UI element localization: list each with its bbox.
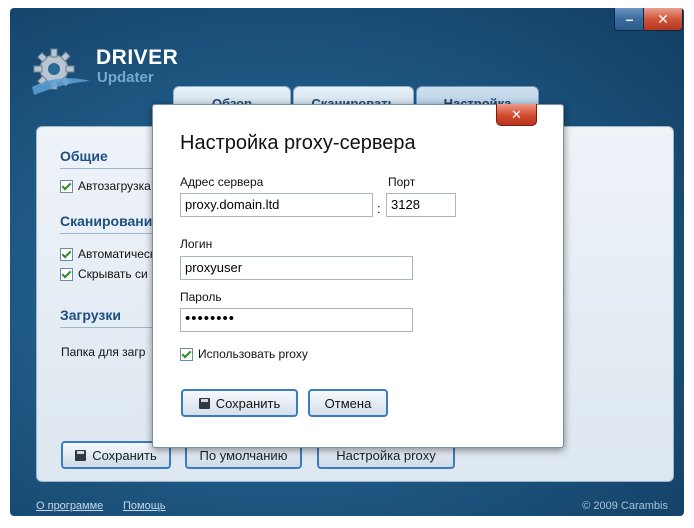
- download-folder-label: Папка для загр: [61, 345, 146, 359]
- proxy-dialog: ✕ Настройка proxy-сервера Адрес сервера …: [152, 104, 564, 448]
- login-label: Логин: [180, 237, 213, 251]
- close-icon: ✕: [657, 10, 669, 27]
- section-downloads-title: Загрузки: [60, 307, 121, 323]
- password-input[interactable]: ••••••••: [180, 308, 413, 332]
- port-input[interactable]: 3128: [386, 193, 456, 217]
- diskette-icon: [198, 397, 210, 409]
- check-icon: [60, 179, 73, 193]
- server-input[interactable]: proxy.domain.ltd: [180, 193, 373, 217]
- diskette-icon: [75, 449, 87, 461]
- close-icon: ✕: [511, 106, 522, 122]
- gear-logo-icon: [32, 48, 90, 95]
- brand-subtitle: Updater: [97, 69, 154, 86]
- auto-scan-label: Автоматически: [78, 247, 162, 261]
- brand-title: DRIVER: [96, 46, 179, 69]
- check-icon: [60, 247, 73, 261]
- check-icon: [180, 347, 193, 361]
- autoload-label: Автозагрузка: [78, 179, 151, 193]
- section-general-title: Общие: [60, 148, 108, 164]
- port-label: Порт: [388, 175, 416, 189]
- window-close-button[interactable]: ✕: [643, 8, 683, 31]
- minimize-icon: –: [625, 11, 634, 27]
- server-label: Адрес сервера: [180, 175, 264, 189]
- dialog-close-button[interactable]: ✕: [496, 104, 537, 126]
- dialog-cancel-button[interactable]: Отмена: [308, 389, 388, 417]
- minimize-button[interactable]: –: [614, 8, 645, 31]
- dialog-save-button[interactable]: Сохранить: [181, 389, 298, 417]
- colon-separator: :: [377, 201, 381, 216]
- auto-scan-checkbox[interactable]: Автоматически: [60, 247, 162, 261]
- check-icon: [60, 267, 73, 281]
- copyright: © 2009 Carambis: [582, 500, 668, 512]
- hide-checkbox[interactable]: Скрывать си: [60, 267, 148, 281]
- help-link[interactable]: Помощь: [123, 500, 166, 512]
- use-proxy-label: Использовать proxy: [198, 347, 308, 361]
- hide-label: Скрывать си: [78, 267, 148, 281]
- about-link[interactable]: О программе: [36, 500, 103, 512]
- password-label: Пароль: [180, 290, 222, 304]
- autoload-checkbox[interactable]: Автозагрузка: [60, 179, 151, 193]
- dialog-save-label: Сохранить: [215, 395, 281, 411]
- section-scan-title: Сканирование: [60, 213, 161, 229]
- dialog-title: Настройка proxy-сервера: [180, 132, 416, 154]
- login-input[interactable]: proxyuser: [180, 256, 413, 280]
- use-proxy-checkbox[interactable]: Использовать proxy: [180, 347, 308, 361]
- panel-save-label: Сохранить: [92, 447, 157, 463]
